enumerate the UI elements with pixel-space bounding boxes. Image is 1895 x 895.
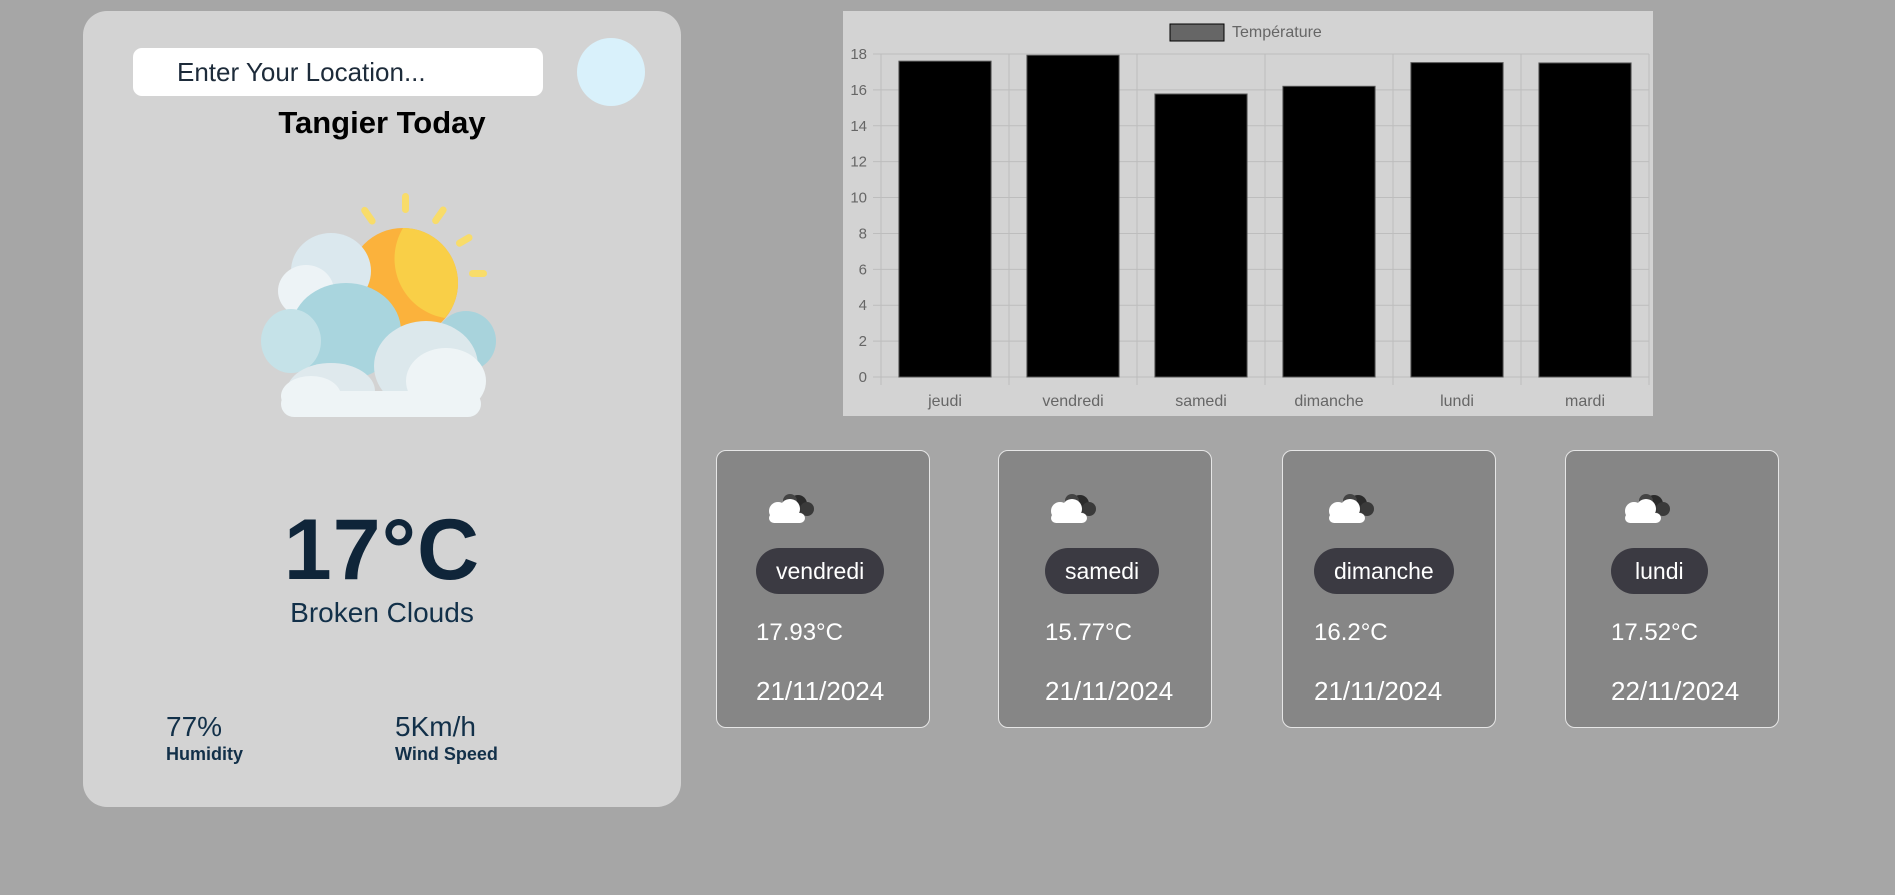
cloud-icon [1625, 494, 1670, 523]
temperature-chart: Température 0 2 4 6 8 10 12 14 16 18 jeudi vendredi s… [843, 11, 1653, 416]
forecast-temperature: 15.77°C [1045, 619, 1132, 646]
forecast-temperature: 17.93°C [756, 619, 843, 646]
x-tick-label: lundi [1440, 393, 1474, 410]
temperature-bar [1026, 54, 1120, 378]
y-tick-label: 16 [850, 82, 867, 99]
forecast-date: 21/11/2024 [756, 676, 885, 706]
wind-speed-value: 5Km/h [395, 711, 476, 742]
location-search-input[interactable] [133, 48, 543, 96]
city-title: Tangier Today [278, 105, 486, 140]
humidity-stat: 77% Humidity [166, 711, 243, 765]
forecast-card: lundi 17.52°C 22/11/2024 [1565, 450, 1779, 728]
forecast-date: 21/11/2024 [1314, 676, 1443, 706]
y-tick-label: 6 [859, 261, 867, 278]
y-tick-label: 18 [850, 46, 867, 63]
forecast-day-pill[interactable]: dimanche [1314, 548, 1454, 594]
humidity-value: 77% [166, 711, 223, 742]
forecast-day-pill[interactable]: samedi [1045, 548, 1160, 594]
search-button[interactable] [577, 38, 645, 106]
temperature-bar [1410, 62, 1504, 378]
forecast-card: dimanche 16.2°C 21/11/2024 [1282, 450, 1496, 728]
temperature-bar [1154, 93, 1248, 378]
forecast-date: 22/11/2024 [1611, 676, 1740, 706]
wind-speed-label: Wind Speed [395, 744, 498, 764]
forecast-day-pill[interactable]: vendredi [756, 548, 885, 594]
y-tick-label: 0 [859, 369, 867, 386]
forecast-date: 21/11/2024 [1045, 676, 1174, 706]
sun-behind-clouds-icon [261, 193, 496, 417]
x-tick-label: dimanche [1294, 393, 1363, 410]
current-temperature: 17°C [283, 502, 481, 598]
cloud-icon [1051, 494, 1096, 523]
y-tick-label: 4 [859, 297, 867, 314]
y-tick-label: 12 [850, 154, 867, 171]
wind-speed-stat: 5Km/h Wind Speed [395, 711, 498, 765]
x-tick-label: jeudi [927, 393, 962, 410]
y-tick-label: 14 [850, 118, 867, 135]
humidity-label: Humidity [166, 744, 244, 764]
forecast-temperature: 16.2°C [1314, 619, 1388, 646]
temperature-bar-chart: Température 0 2 4 6 8 10 12 14 16 18 jeudi vendredi s… [850, 23, 1650, 410]
forecast-card: vendredi 17.93°C 21/11/2024 [716, 450, 930, 728]
forecast-temperature: 17.52°C [1611, 619, 1698, 646]
cloud-icon [1329, 494, 1374, 523]
x-tick-label: mardi [1565, 393, 1605, 410]
legend-swatch [1169, 23, 1225, 42]
temperature-bar [1538, 62, 1632, 378]
y-tick-label: 8 [859, 225, 867, 242]
cloud-icon [769, 494, 814, 523]
x-tick-label: samedi [1175, 393, 1227, 410]
weather-description: Broken Clouds [290, 597, 474, 628]
forecast-day-pill[interactable]: lundi [1611, 548, 1708, 594]
y-tick-label: 2 [859, 333, 867, 350]
forecast-card: samedi 15.77°C 21/11/2024 [998, 450, 1212, 728]
weather-card: Tangier Today 17°C Broken Clouds 77% Hum… [83, 11, 681, 807]
x-tick-label: vendredi [1042, 393, 1103, 410]
y-tick-label: 10 [850, 190, 867, 207]
temperature-bar [898, 60, 992, 378]
legend-label: Température [1232, 24, 1322, 41]
temperature-bar [1282, 85, 1376, 378]
